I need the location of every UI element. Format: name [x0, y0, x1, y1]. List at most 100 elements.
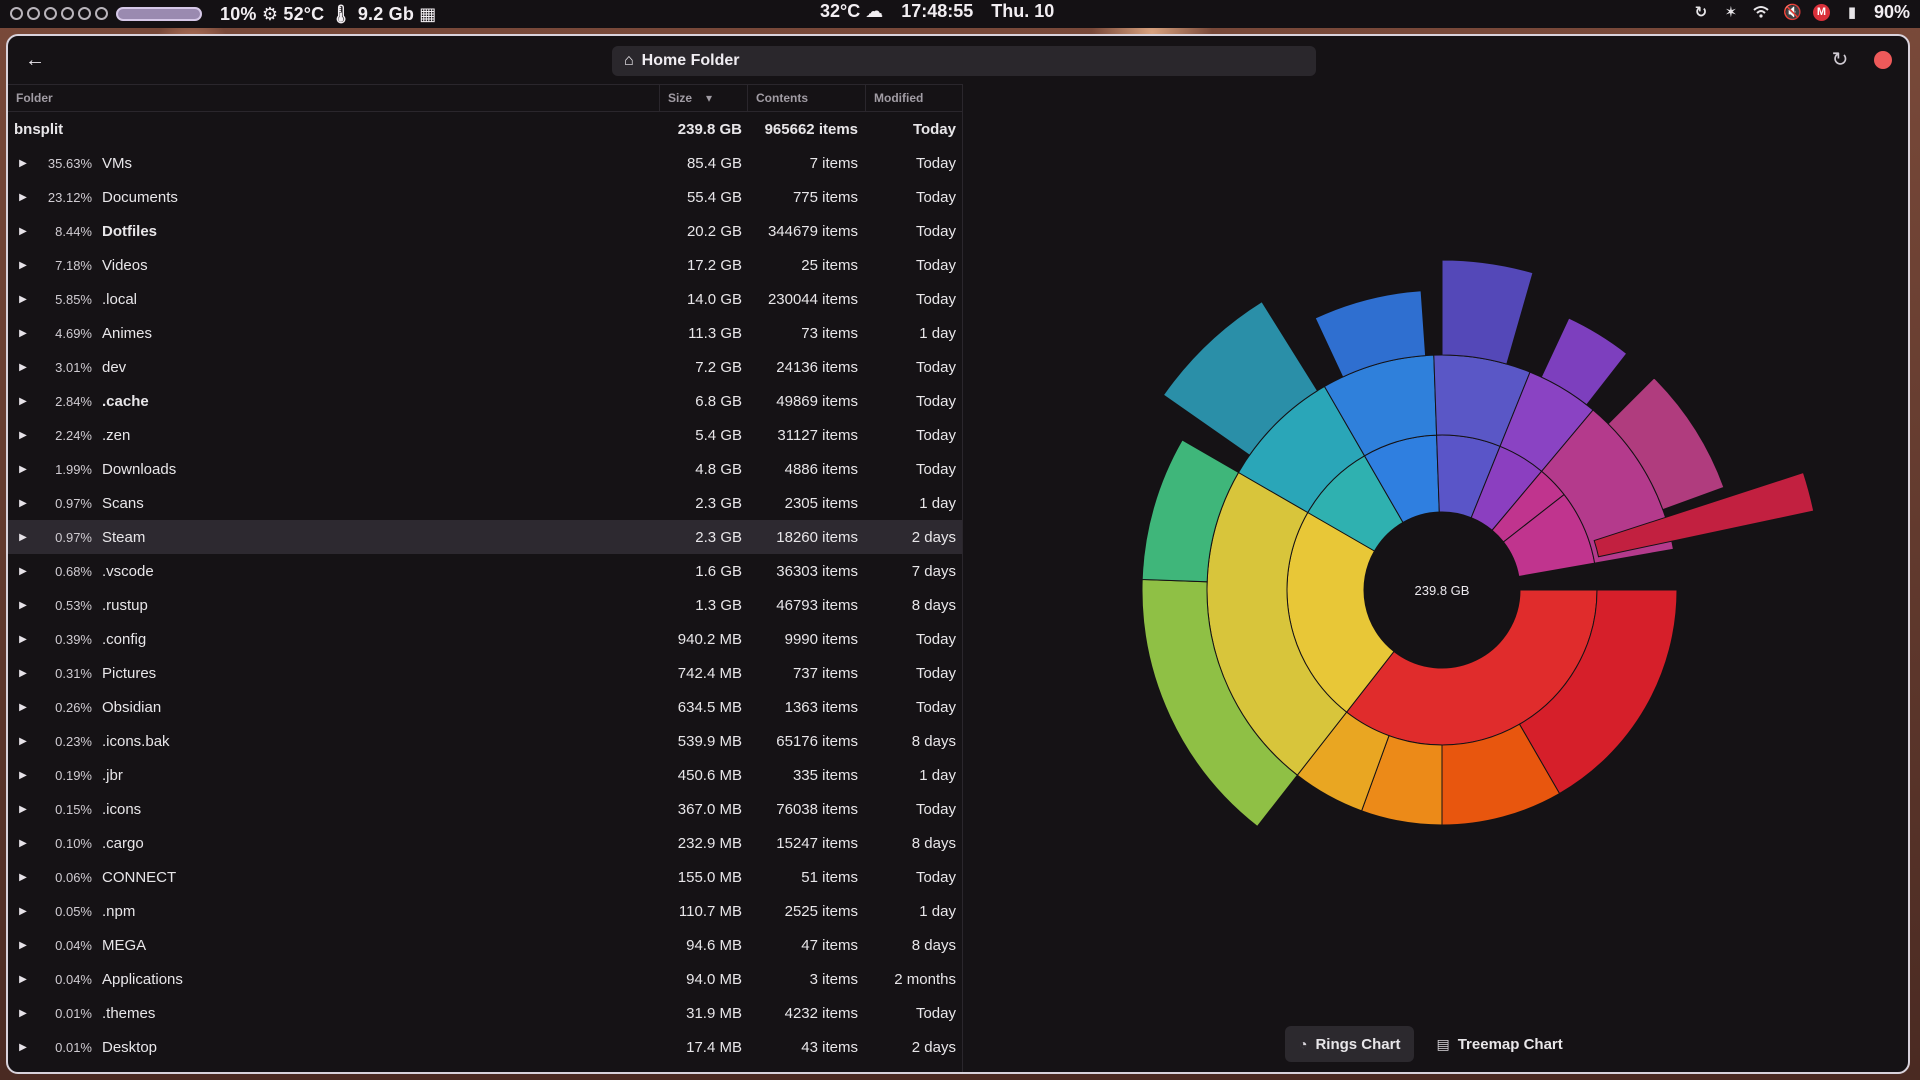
table-row[interactable]: ▶ 35.63% VMs 85.4 GB 7 items Today [8, 146, 962, 180]
treemap-chart-label: Treemap Chart [1457, 1035, 1563, 1053]
workspace-dot[interactable] [27, 7, 40, 20]
expand-arrow-icon[interactable]: ▶ [8, 192, 38, 203]
expand-arrow-icon[interactable]: ▶ [8, 872, 38, 883]
column-size[interactable]: Size ▾ [660, 85, 748, 111]
expand-arrow-icon[interactable]: ▶ [8, 430, 38, 441]
expand-arrow-icon[interactable]: ▶ [8, 804, 38, 815]
workspace-dot[interactable] [44, 7, 57, 20]
row-size: 94.0 MB [686, 970, 742, 988]
column-folder[interactable]: Folder [8, 85, 660, 111]
table-row[interactable]: ▶ 0.23% .icons.bak 539.9 MB 65176 items 8 day… [8, 724, 962, 758]
expand-arrow-icon[interactable]: ▶ [8, 498, 38, 509]
row-size: 367.0 MB [677, 800, 742, 818]
row-size: 55.4 GB [686, 188, 742, 206]
workspace-indicator[interactable] [10, 7, 202, 21]
table-row[interactable]: ▶ 1.99% Downloads 4.8 GB 4886 items Today [8, 452, 962, 486]
row-contents: 15247 items [776, 834, 858, 852]
row-contents: 76038 items [776, 800, 858, 818]
table-row[interactable]: ▶ 0.97% Steam 2.3 GB 18260 items 2 days [8, 520, 962, 554]
row-size: 450.6 MB [677, 766, 742, 784]
table-row[interactable]: ▶ 0.05% .npm 110.7 MB 2525 items 1 day [8, 894, 962, 928]
table-row[interactable]: ▶ 0.10% .cargo 232.9 MB 15247 items 8 days [8, 826, 962, 860]
expand-arrow-icon[interactable]: ▶ [8, 464, 38, 475]
expand-arrow-icon[interactable]: ▶ [8, 736, 38, 747]
bluetooth-icon[interactable]: ✶ [1723, 4, 1739, 21]
path-bar[interactable]: ⌂ Home Folder [612, 46, 1316, 76]
expand-arrow-icon[interactable]: ▶ [8, 974, 38, 985]
close-button[interactable] [1874, 51, 1892, 69]
expand-arrow-icon[interactable]: ▶ [8, 1042, 38, 1053]
row-contents: 43 items [801, 1038, 858, 1056]
table-row[interactable]: ▶ 0.68% .vscode 1.6 GB 36303 items 7 days [8, 554, 962, 588]
expand-arrow-icon[interactable]: ▶ [8, 702, 38, 713]
table-row[interactable]: ▶ 8.44% Dotfiles 20.2 GB 344679 items Today [8, 214, 962, 248]
table-row[interactable]: ▶ 0.04% Applications 94.0 MB 3 items 2 months [8, 962, 962, 996]
table-row[interactable]: ▶ 0.31% Pictures 742.4 MB 737 items Today [8, 656, 962, 690]
table-row[interactable]: ▶ 0.15% .icons 367.0 MB 76038 items Today [8, 792, 962, 826]
mute-icon[interactable]: 🔇 [1783, 4, 1802, 21]
table-row[interactable]: ▶ 2.24% .zen 5.4 GB 31127 items Today [8, 418, 962, 452]
expand-arrow-icon[interactable]: ▶ [8, 396, 38, 407]
workspace-dot[interactable] [61, 7, 74, 20]
workspace-dot[interactable] [10, 7, 23, 20]
row-name: Obsidian [102, 698, 162, 716]
workspace-dot[interactable] [78, 7, 91, 20]
expand-arrow-icon[interactable]: ▶ [8, 260, 38, 271]
table-row[interactable]: ▶ 7.18% Videos 17.2 GB 25 items Today [8, 248, 962, 282]
table-row[interactable]: ▶ 0.19% .jbr 450.6 MB 335 items 1 day [8, 758, 962, 792]
refresh-button[interactable]: ↻ [1826, 46, 1854, 74]
table-row[interactable]: ▶ 23.12% Documents 55.4 GB 775 items Today [8, 180, 962, 214]
table-row[interactable]: ▶ 0.26% Obsidian 634.5 MB 1363 items Today [8, 690, 962, 724]
treemap-chart-button[interactable]: ▤ Treemap Chart [1422, 1026, 1576, 1062]
rings-chart[interactable]: 239.8 GB [963, 84, 1908, 1014]
clock-label[interactable]: 17:48:55 [901, 1, 973, 22]
expand-arrow-icon[interactable]: ▶ [8, 328, 38, 339]
expand-arrow-icon[interactable]: ▶ [8, 600, 38, 611]
date-label: Thu. 10 [991, 1, 1055, 21]
row-percent: 0.05% [55, 903, 92, 919]
expand-arrow-icon[interactable]: ▶ [8, 668, 38, 679]
table-row[interactable]: ▶ 4.69% Animes 11.3 GB 73 items 1 day [8, 316, 962, 350]
row-size: 1.6 GB [695, 562, 742, 580]
sync-icon[interactable]: ↻ [1693, 4, 1709, 21]
column-contents[interactable]: Contents [748, 85, 866, 111]
root-row[interactable]: bnsplit 239.8 GB 965662 items Today [8, 112, 962, 146]
row-size: 110.7 MB [678, 902, 742, 920]
table-row[interactable]: ▶ 0.97% Scans 2.3 GB 2305 items 1 day [8, 486, 962, 520]
table-row[interactable]: ▶ 0.53% .rustup 1.3 GB 46793 items 8 days [8, 588, 962, 622]
expand-arrow-icon[interactable]: ▶ [8, 362, 38, 373]
back-button[interactable]: ← [20, 46, 50, 74]
table-row[interactable]: ▶ 0.01% .themes 31.9 MB 4232 items Today [8, 996, 962, 1030]
table-row[interactable]: ▶ 5.85% .local 14.0 GB 230044 items Today [8, 282, 962, 316]
table-row[interactable]: ▶ 3.01% dev 7.2 GB 24136 items Today [8, 350, 962, 384]
row-modified: 8 days [911, 834, 956, 852]
expand-arrow-icon[interactable]: ▶ [8, 1008, 38, 1019]
expand-arrow-icon[interactable]: ▶ [8, 294, 38, 305]
wifi-icon[interactable] [1753, 5, 1769, 21]
ring3-segment-local[interactable] [1441, 259, 1534, 365]
mail-icon[interactable]: M [1812, 4, 1830, 21]
expand-arrow-icon[interactable]: ▶ [8, 770, 38, 781]
expand-arrow-icon[interactable]: ▶ [8, 566, 38, 577]
column-modified[interactable]: Modified [866, 85, 962, 111]
row-percent: 0.10% [55, 835, 92, 851]
table-row[interactable]: ▶ 0.06% CONNECT 155.0 MB 51 items Today [8, 860, 962, 894]
expand-arrow-icon[interactable]: ▶ [8, 634, 38, 645]
expand-arrow-icon[interactable]: ▶ [8, 226, 38, 237]
row-percent: 0.04% [55, 937, 92, 953]
table-row[interactable]: ▶ 2.84% .cache 6.8 GB 49869 items Today [8, 384, 962, 418]
workspace-dot[interactable] [95, 7, 108, 20]
expand-arrow-icon[interactable]: ▶ [8, 940, 38, 951]
row-name: .vscode [102, 562, 154, 580]
expand-arrow-icon[interactable]: ▶ [8, 906, 38, 917]
folder-rows: ▶ 35.63% VMs 85.4 GB 7 items Today ▶ 23.12% Docu… [8, 146, 962, 1064]
table-row[interactable]: ▶ 0.01% Desktop 17.4 MB 43 items 2 days [8, 1030, 962, 1064]
active-workspace-pill[interactable] [116, 7, 202, 21]
rings-chart-button[interactable]: ◔ Rings Chart [1285, 1026, 1415, 1062]
row-contents: 775 items [792, 188, 858, 206]
expand-arrow-icon[interactable]: ▶ [8, 532, 38, 543]
expand-arrow-icon[interactable]: ▶ [8, 158, 38, 169]
table-row[interactable]: ▶ 0.39% .config 940.2 MB 9990 items Today [8, 622, 962, 656]
expand-arrow-icon[interactable]: ▶ [8, 838, 38, 849]
table-row[interactable]: ▶ 0.04% MEGA 94.6 MB 47 items 8 days [8, 928, 962, 962]
